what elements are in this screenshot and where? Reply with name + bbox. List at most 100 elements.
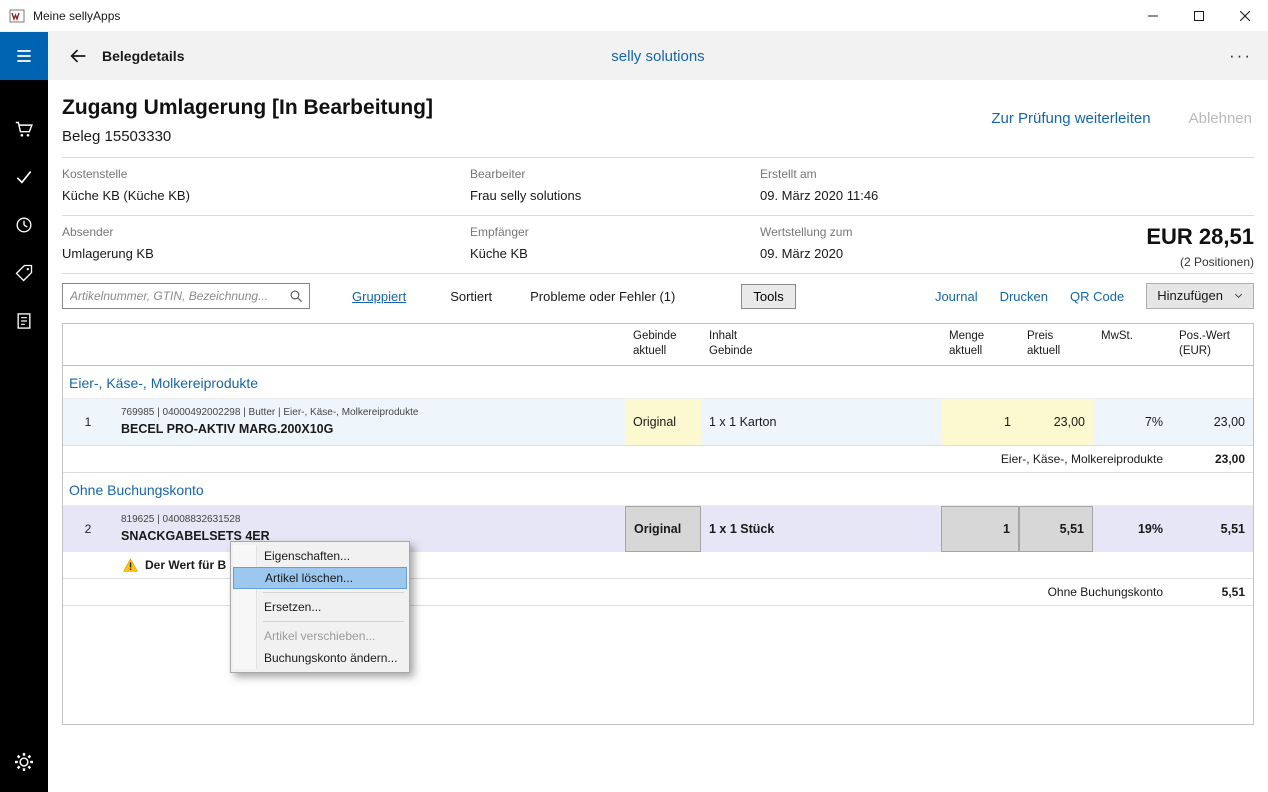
sidebar-item-cart[interactable] xyxy=(0,105,48,153)
article-meta: 819625 | 04008832631528 xyxy=(121,514,240,525)
warning-icon xyxy=(123,558,138,572)
sidebar-item-settings[interactable] xyxy=(0,738,48,786)
field-label: Kostenstelle xyxy=(62,167,470,181)
add-button[interactable]: Hinzufügen xyxy=(1146,283,1254,309)
sidebar-item-history[interactable] xyxy=(0,201,48,249)
window-titlebar: Meine sellyApps xyxy=(0,0,1268,32)
article-name: BECEL PRO-AKTIV MARG.200X10G xyxy=(121,422,333,436)
sidebar-item-prices[interactable] xyxy=(0,249,48,297)
print-link[interactable]: Drucken xyxy=(1000,289,1048,304)
column-header-menge: Menge aktuell xyxy=(941,324,1019,365)
cart-icon xyxy=(14,119,35,140)
minimize-button[interactable] xyxy=(1130,0,1176,31)
price-tag-icon xyxy=(14,263,34,283)
gear-icon xyxy=(13,751,35,773)
hamburger-icon xyxy=(14,46,34,66)
group-subtotal: Eier-, Käse-, Molkereiprodukte 23,00 xyxy=(63,445,1253,473)
preis-cell[interactable]: 23,00 xyxy=(1019,399,1093,445)
book-icon xyxy=(14,311,34,331)
back-arrow-icon xyxy=(67,45,89,67)
group-header: Ohne Buchungskonto xyxy=(63,473,1253,506)
field-value: 09. März 2020 11:46 xyxy=(760,188,1254,203)
menu-separator xyxy=(263,621,404,622)
info-row-1: Kostenstelle Küche KB (Küche KB) Bearbei… xyxy=(48,158,1268,215)
sorted-toggle[interactable]: Sortiert xyxy=(450,289,492,304)
sidebar-item-journal[interactable] xyxy=(0,297,48,345)
field-label: Bearbeiter xyxy=(470,167,760,181)
menu-item-artikel-loeschen[interactable]: Artikel löschen... xyxy=(233,567,407,589)
group-header: Eier-, Käse-, Molkereiprodukte xyxy=(63,366,1253,399)
column-header-gebinde: Gebinde aktuell xyxy=(625,324,701,365)
search-button[interactable] xyxy=(283,284,309,308)
mwst-cell: 7% xyxy=(1093,399,1171,445)
add-button-label: Hinzufügen xyxy=(1157,288,1223,303)
hamburger-menu-button[interactable] xyxy=(0,32,48,80)
menu-item-buchungskonto-aendern[interactable]: Buchungskonto ändern... xyxy=(233,647,407,669)
field-label: Empfänger xyxy=(470,225,760,239)
position-count: (2 Positionen) xyxy=(1146,255,1254,269)
chevron-down-icon xyxy=(1233,290,1244,301)
menge-cell[interactable]: 1 xyxy=(941,399,1019,445)
mwst-cell: 19% xyxy=(1093,506,1171,552)
field-value: Umlagerung KB xyxy=(62,246,470,261)
clock-icon xyxy=(14,215,34,235)
subtotal-value: 23,00 xyxy=(1171,446,1253,472)
gebinde-cell[interactable]: Original xyxy=(625,399,701,445)
column-header-inhalt: Inhalt Gebinde xyxy=(701,324,941,365)
preis-cell[interactable]: 5,51 xyxy=(1019,506,1093,552)
more-button[interactable]: ··· xyxy=(1229,32,1252,80)
brand-title: selly solutions xyxy=(48,48,1268,65)
sidebar-item-tasks[interactable] xyxy=(0,153,48,201)
toolbar: Gruppiert Sortiert Probleme oder Fehler … xyxy=(48,274,1268,318)
wert-cell: 5,51 xyxy=(1171,506,1253,552)
document-number: Beleg 15503330 xyxy=(62,128,1254,145)
article-meta: 769985 | 04000492002298 | Butter | Eier-… xyxy=(121,407,418,418)
field-value: Frau selly solutions xyxy=(470,188,760,203)
column-header-preis: Preis aktuell xyxy=(1019,324,1093,365)
search-icon xyxy=(289,289,303,303)
gebinde-cell[interactable]: Original xyxy=(625,506,701,552)
main-content: Zugang Umlagerung [In Bearbeitung] Beleg… xyxy=(48,80,1268,792)
info-row-2: Absender Umlagerung KB Empfänger Küche K… xyxy=(48,216,1268,273)
grouped-toggle[interactable]: Gruppiert xyxy=(352,289,406,304)
search-input[interactable] xyxy=(63,284,283,308)
check-icon xyxy=(14,167,34,187)
warning-text: Der Wert für B xyxy=(145,558,226,572)
qr-code-link[interactable]: QR Code xyxy=(1070,289,1124,304)
tools-button[interactable]: Tools xyxy=(741,284,795,309)
close-button[interactable] xyxy=(1222,0,1268,31)
article-description: 769985 | 04000492002298 | Butter | Eier-… xyxy=(113,399,625,445)
forward-for-review-link[interactable]: Zur Prüfung weiterleiten xyxy=(991,110,1150,127)
field-value: Küche KB xyxy=(470,246,760,261)
row-number: 2 xyxy=(63,506,113,552)
subtotal-label: Eier-, Käse-, Molkereiprodukte xyxy=(63,446,1171,472)
table-header-row: Gebinde aktuell Inhalt Gebinde Menge akt… xyxy=(63,324,1253,366)
back-button[interactable] xyxy=(54,32,102,80)
journal-link[interactable]: Journal xyxy=(935,289,978,304)
app-icon xyxy=(9,8,25,24)
field-label: Erstellt am xyxy=(760,167,1254,181)
menge-cell[interactable]: 1 xyxy=(941,506,1019,552)
reject-link[interactable]: Ablehnen xyxy=(1189,110,1252,127)
menu-item-eigenschaften[interactable]: Eigenschaften... xyxy=(233,545,407,567)
menu-separator xyxy=(263,592,404,593)
inhalt-cell: 1 x 1 Karton xyxy=(701,399,941,445)
row-number: 1 xyxy=(63,399,113,445)
subtotal-value: 5,51 xyxy=(1171,579,1253,605)
table-row[interactable]: 1 769985 | 04000492002298 | Butter | Eie… xyxy=(63,399,1253,445)
document-total: EUR 28,51 xyxy=(1146,224,1254,250)
window-title: Meine sellyApps xyxy=(33,9,1130,23)
problems-link[interactable]: Probleme oder Fehler (1) xyxy=(530,289,675,304)
app-header: Belegdetails selly solutions ··· xyxy=(48,32,1268,80)
page-title: Belegdetails xyxy=(102,48,184,64)
column-header-wert: Pos.-Wert (EUR) xyxy=(1171,324,1253,365)
search-box xyxy=(62,283,310,309)
maximize-button[interactable] xyxy=(1176,0,1222,31)
context-menu: Eigenschaften... Artikel löschen... Erse… xyxy=(230,541,410,673)
inhalt-cell: 1 x 1 Stück xyxy=(701,506,941,552)
menu-item-artikel-verschieben: Artikel verschieben... xyxy=(233,625,407,647)
sidebar xyxy=(0,32,48,792)
document-header: Zugang Umlagerung [In Bearbeitung] Beleg… xyxy=(48,80,1268,157)
menu-item-ersetzen[interactable]: Ersetzen... xyxy=(233,596,407,618)
field-value: Küche KB (Küche KB) xyxy=(62,188,470,203)
